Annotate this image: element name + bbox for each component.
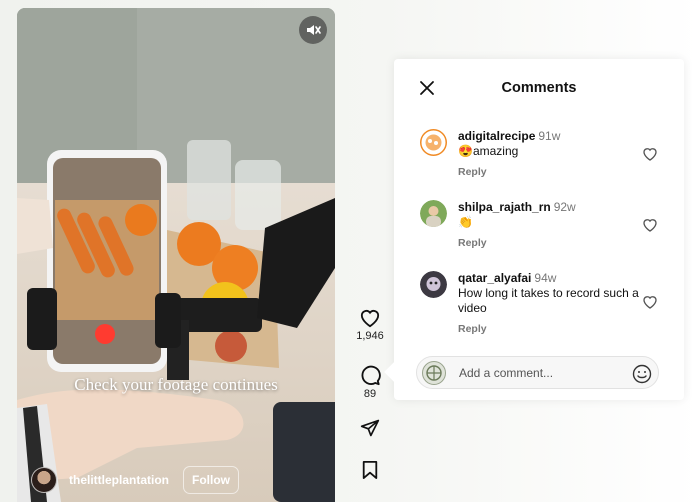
comment-age: 91w bbox=[538, 129, 561, 143]
mute-icon bbox=[307, 25, 321, 35]
add-comment-bar bbox=[416, 356, 659, 389]
comment-count: 89 bbox=[363, 388, 377, 400]
commenter-avatar[interactable] bbox=[420, 200, 447, 227]
share-icon[interactable] bbox=[360, 418, 380, 438]
reply-button[interactable]: Reply bbox=[458, 236, 643, 251]
comments-title: Comments bbox=[501, 80, 577, 96]
comment-text: 😍amazing bbox=[458, 144, 519, 158]
heart-icon[interactable] bbox=[642, 146, 658, 162]
commenter-avatar[interactable] bbox=[420, 271, 447, 298]
author-avatar[interactable] bbox=[31, 467, 57, 493]
comment-text: 👏 bbox=[458, 215, 473, 229]
share-action[interactable] bbox=[352, 418, 388, 438]
comment-input[interactable] bbox=[459, 364, 619, 382]
commenter-avatar[interactable] bbox=[420, 129, 447, 156]
reel-video[interactable]: Check your footage continues thelittlepl… bbox=[17, 8, 335, 502]
reel-author: thelittleplantation Follow bbox=[31, 466, 239, 494]
mute-button[interactable] bbox=[299, 16, 327, 44]
video-caption: Check your footage continues bbox=[74, 375, 278, 394]
author-username[interactable]: thelittleplantation bbox=[69, 473, 169, 487]
bookmark-icon[interactable] bbox=[361, 460, 379, 480]
comment-username[interactable]: shilpa_rajath_rn bbox=[458, 200, 551, 214]
comment-username[interactable]: adigitalrecipe bbox=[458, 129, 535, 143]
comment-age: 92w bbox=[553, 200, 576, 214]
comment-action[interactable]: 89 bbox=[352, 364, 388, 400]
comment-age: 94w bbox=[534, 271, 557, 285]
video-frame bbox=[17, 8, 335, 502]
like-action[interactable]: 1,946 bbox=[352, 308, 388, 342]
reply-button[interactable]: Reply bbox=[458, 322, 643, 337]
heart-icon[interactable] bbox=[359, 308, 381, 328]
current-user-avatar bbox=[422, 361, 446, 385]
follow-button[interactable]: Follow bbox=[183, 466, 239, 494]
comments-panel: Comments adigitalrecipe 91w 😍amazing Repl… bbox=[394, 59, 684, 400]
heart-icon[interactable] bbox=[642, 294, 658, 310]
emoji-icon[interactable] bbox=[632, 364, 652, 384]
comment-text: How long it takes to record such a video bbox=[458, 286, 639, 315]
like-count: 1,946 bbox=[356, 330, 384, 342]
reply-button[interactable]: Reply bbox=[458, 165, 643, 180]
save-action[interactable] bbox=[352, 460, 388, 480]
heart-icon[interactable] bbox=[642, 217, 658, 233]
comment-username[interactable]: qatar_alyafai bbox=[458, 271, 531, 285]
comment-icon[interactable] bbox=[359, 364, 381, 386]
